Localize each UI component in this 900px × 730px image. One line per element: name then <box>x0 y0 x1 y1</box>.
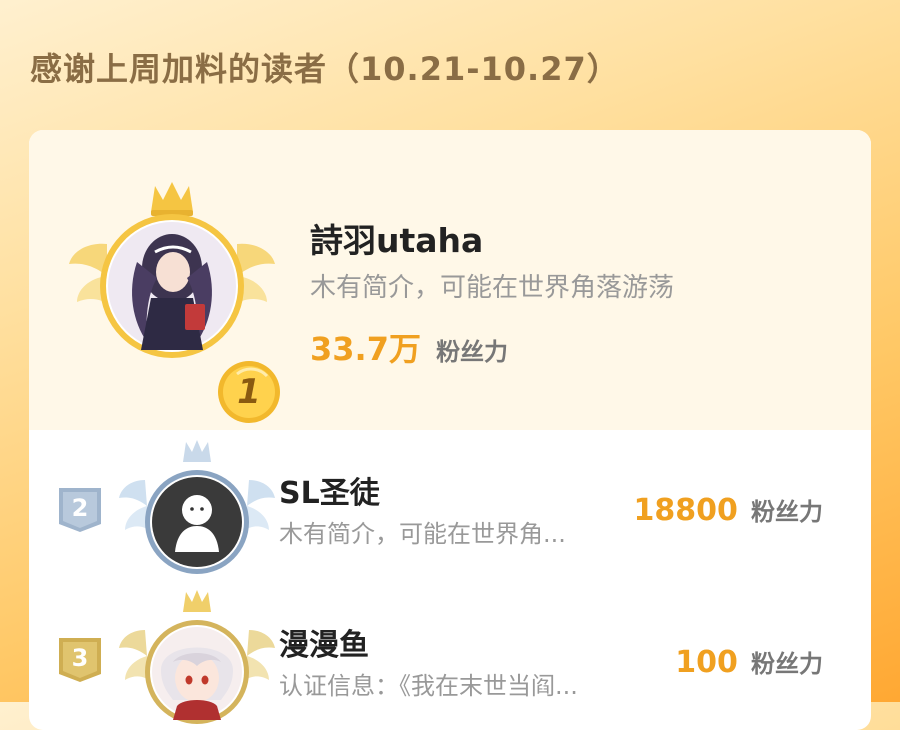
rank-1-number: 1 <box>237 372 261 412</box>
fans-value: 18800 <box>633 493 738 528</box>
reader-intro: 认证信息：《我在末世当阎... <box>279 672 578 700</box>
rank-2-number: 2 <box>71 494 89 522</box>
reader-name[interactable]: 漫漫鱼 <box>279 620 369 664</box>
reader-intro: 木有简介，可能在世界角... <box>279 520 566 548</box>
fans-power: 100 粉丝力 <box>675 644 823 680</box>
reader-name[interactable]: 詩羽utaha <box>310 214 483 262</box>
fans-power: 33.7万 粉丝力 <box>310 324 508 370</box>
fans-value: 33.7万 <box>310 330 421 368</box>
page-title: 感谢上周加料的读者（10.21-10.27） <box>30 50 620 88</box>
rank-2-badge: 2 <box>59 488 101 532</box>
rank-3-number: 3 <box>71 644 89 672</box>
fans-unit: 粉丝力 <box>751 498 823 526</box>
fans-unit: 粉丝力 <box>751 650 823 678</box>
avatar-frame-gold[interactable]: 1 <box>67 182 280 423</box>
rank-1-medal: 1 <box>217 360 281 424</box>
fans-unit: 粉丝力 <box>436 338 509 366</box>
reader-name[interactable]: SL圣徒 <box>279 468 380 512</box>
rank-3-badge: 3 <box>59 638 101 682</box>
reader-intro: 木有简介，可能在世界角落游荡 <box>310 273 675 303</box>
bronze-crown-wings-icon <box>119 590 275 724</box>
fans-power: 18800 粉丝力 <box>634 492 823 528</box>
rank-row-3[interactable]: 3 漫漫鱼 认证信息：《我在末世当阎... 100 粉丝力 <box>29 590 871 730</box>
gold-crown-wings-icon <box>69 182 275 358</box>
rank-row-1[interactable]: 1 詩羽utaha 木有简介，可能在世界角落游荡 33.7万 粉丝力 <box>29 130 871 430</box>
rank-row-2[interactable]: 2 SL圣徒 木有简介，可能在世界角... 18800 粉丝力 <box>29 430 871 590</box>
avatar-frame-bronze[interactable] <box>117 590 277 730</box>
fans-value: 100 <box>675 645 738 680</box>
silver-crown-wings-icon <box>119 440 275 574</box>
avatar-frame-silver[interactable] <box>117 440 277 580</box>
ranking-card: 1 詩羽utaha 木有简介，可能在世界角落游荡 33.7万 粉丝力 2 SL圣… <box>29 130 871 730</box>
